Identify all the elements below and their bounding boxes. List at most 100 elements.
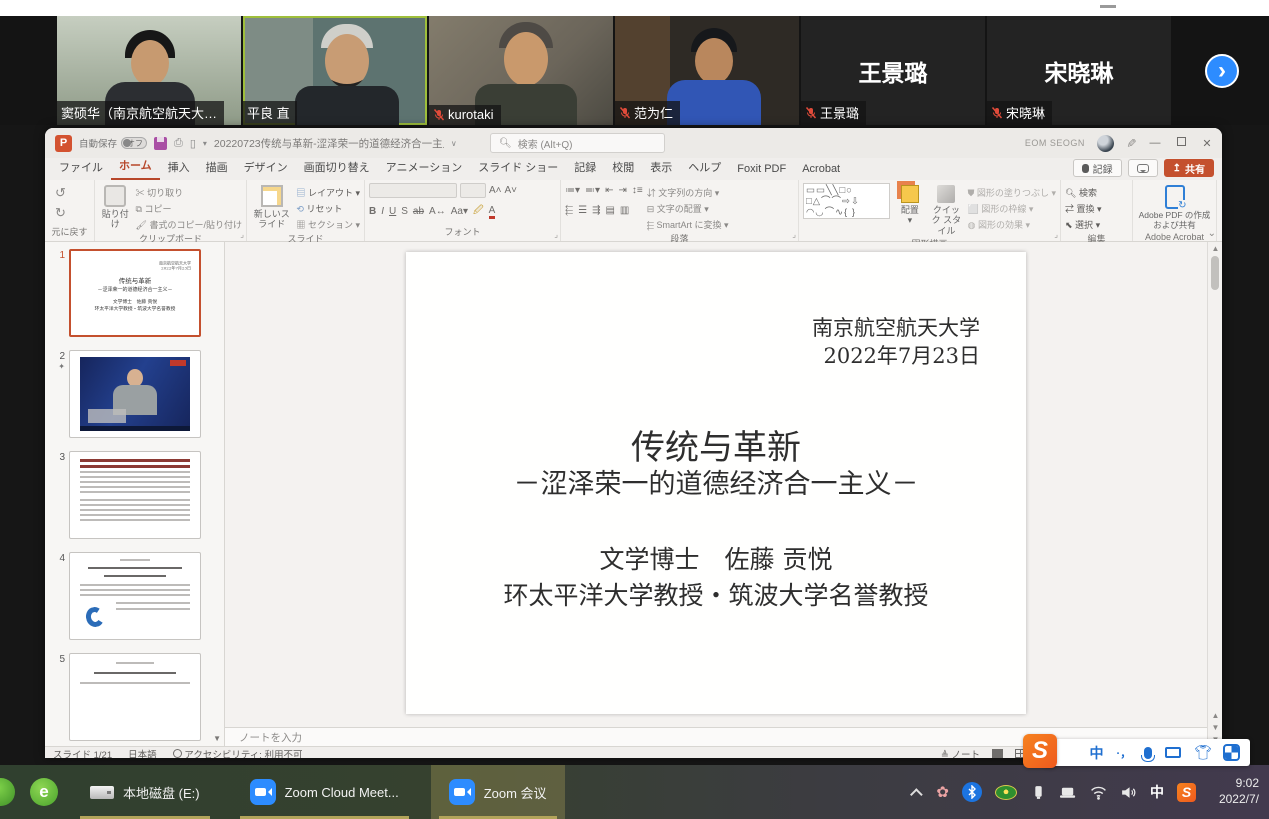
tray-green-app-icon[interactable] [995,785,1017,800]
tab-file[interactable]: ファイル [51,156,111,180]
slide[interactable]: 南京航空航天大学 2022年7月23日 传统与革新 －涩泽荣一的道德经济合一主义… [406,252,1026,714]
shape-effects-button[interactable]: ◍ 図形の効果 ▾ [968,218,1056,231]
align-text-button[interactable]: ⊟ 文字の配置 ▾ [647,202,729,215]
align-left-icon[interactable]: ⬱ [565,205,573,216]
format-painter-button[interactable]: 🖌︎ 書式のコピー/貼り付け [136,218,242,231]
tab-view[interactable]: 表示 [642,156,680,180]
bluetooth-icon[interactable] [962,782,982,802]
redo-icon[interactable]: ↻ [55,205,66,221]
columns-icon[interactable]: ▥ [620,205,629,216]
new-slide-button[interactable]: 新しいスライド [251,183,292,230]
quick-styles-button[interactable]: クイック スタイル [929,183,963,236]
find-button[interactable]: 🔍︎ 検索 [1065,186,1102,199]
taskbar-button-zoom-meeting[interactable]: Zoom 会议 [431,765,565,819]
highlight-icon[interactable]: 🖉 [473,203,484,220]
slide-counter[interactable]: スライド 1/21 [53,747,112,759]
tab-insert[interactable]: 挿入 [160,156,198,180]
wifi-icon[interactable] [1090,784,1107,801]
ime-skin-icon[interactable]: 👕︎ [1194,744,1212,761]
bullets-icon[interactable]: ≔▾ [565,185,580,196]
font-color-icon[interactable]: A [489,205,496,219]
slide-canvas-area[interactable]: 南京航空航天大学 2022年7月23日 传统与革新 －涩泽荣一的道德经济合一主义… [225,242,1207,727]
create-pdf-button[interactable]: Adobe PDF の作成および共有 [1137,183,1212,231]
numbering-icon[interactable]: ≕▾ [585,185,600,196]
tab-animations[interactable]: アニメーション [378,156,471,180]
change-case-icon[interactable]: Aa▾ [451,206,468,217]
minimize-button[interactable]: — [1148,137,1162,149]
thumbnail-scroll-down-icon[interactable]: ▼ [213,734,221,743]
tab-transitions[interactable]: 画面切り替え [296,156,378,180]
cut-button[interactable]: ✂ 切り取り [136,186,242,199]
slide-thumbnail-panel[interactable]: 1 南京航空航天大学2022年7月23日 传统与革新 －涩泽荣一的道德经济合一主… [45,242,225,746]
font-name-select[interactable] [369,183,457,198]
align-center-icon[interactable]: ☰ [578,205,587,216]
decrease-indent-icon[interactable]: ⇤ [605,185,613,196]
comments-button[interactable] [1128,159,1158,177]
collapse-ribbon-icon[interactable]: ⌄ [1208,228,1216,239]
tab-record[interactable]: 記録 [566,156,604,180]
drawing-dialog-launcher-icon[interactable]: ⌟ [1054,230,1058,239]
shapes-gallery[interactable]: ▭▭╲╲□○□△⌒⌒⇨⇩◠◡⌒∿{ } [803,183,890,219]
tab-draw[interactable]: 描画 [198,156,236,180]
volume-icon[interactable] [1120,784,1137,801]
taskbar-clock[interactable]: 9:02 2022/7/ [1209,776,1261,807]
font-dialog-launcher-icon[interactable]: ⌟ [554,230,558,239]
qat-dropdown-icon[interactable]: ▾ [203,139,207,148]
shape-outline-button[interactable]: ⬜ 図形の枠線 ▾ [968,202,1056,215]
participant-tile[interactable]: kurotaki [429,16,613,125]
tab-slideshow[interactable]: スライド ショー [470,156,566,180]
scrollbar-thumb[interactable] [1211,256,1219,290]
undo-icon[interactable]: ↺ [55,185,66,201]
participant-tile[interactable]: 王景璐 王景璐 [801,16,985,125]
bold-button[interactable]: B [369,206,376,217]
tab-foxit-pdf[interactable]: Foxit PDF [729,160,794,180]
font-size-select[interactable] [460,183,486,198]
slide-thumbnail-4[interactable] [69,552,201,640]
usb-device-icon[interactable] [1030,784,1047,801]
participant-tile[interactable]: 窦硕华（南京航空航天大… [57,16,241,125]
tab-review[interactable]: 校閲 [604,156,642,180]
sogou-tray-icon[interactable]: S [1177,783,1196,802]
accessibility-status[interactable]: アクセシビリティ: 利用不可 [173,747,303,759]
ime-toolbox-icon[interactable] [1225,746,1238,759]
notes-toggle-button[interactable]: ≜ ノート [941,747,980,759]
taskbar-edge-app-icon[interactable] [0,778,15,806]
ime-mode-indicator[interactable]: 中 [1090,743,1104,763]
sogou-logo-icon[interactable]: S [1023,734,1057,768]
tray-flower-icon[interactable]: ✿ [936,783,949,801]
record-button[interactable]: 記録 [1073,159,1122,177]
slide-thumbnail-2[interactable] [69,350,201,438]
increase-indent-icon[interactable]: ⇥ [618,185,626,196]
input-language-indicator[interactable]: 中 [1150,782,1164,802]
grow-font-icon[interactable]: A˄ [489,185,502,196]
taskbar-button-local-disk[interactable]: 本地磁盘 (E:) [72,765,218,819]
search-input[interactable]: 🔍︎ 検索 (Alt+Q) [490,133,665,153]
paragraph-dialog-launcher-icon[interactable]: ⌟ [792,230,796,239]
taskbar-button-zoom-cloud[interactable]: Zoom Cloud Meet... [232,765,417,819]
align-right-icon[interactable]: ⇶ [592,205,600,216]
participant-tile-active-speaker[interactable]: 平良 直 [243,16,427,125]
zoom-strip-minimize-icon[interactable] [1100,5,1116,8]
line-spacing-icon[interactable]: ↕≡ [632,185,643,196]
language-indicator[interactable]: 日本語 [128,747,157,759]
user-name[interactable]: EOM SEOGN [1025,138,1085,148]
select-button[interactable]: ⬉ 選択 ▾ [1065,218,1102,231]
ime-mic-icon[interactable] [1144,747,1152,759]
justify-icon[interactable]: ▤ [605,205,614,216]
ime-punctuation-icon[interactable]: ·， [1117,745,1132,761]
slide-thumbnail-5[interactable] [69,653,201,741]
show-hidden-icons-chevron[interactable] [910,788,923,801]
autosave-switch[interactable]: オフ [121,137,147,149]
quick-print-icon[interactable]: ⎙ [174,137,183,150]
normal-view-icon[interactable] [992,749,1003,758]
user-avatar[interactable] [1097,135,1114,152]
document-title[interactable]: 20220723传统与革新-涩泽荣一的道德经济合一主义… [214,136,444,151]
slide-thumbnail-1[interactable]: 南京航空航天大学2022年7月23日 传统与革新 －涩泽荣一的道德经济合一主义－… [69,249,201,337]
title-caret-icon[interactable]: ∨ [451,139,457,148]
shadow-button[interactable]: S [401,206,408,217]
shape-fill-button[interactable]: ⛊ 図形の塗りつぶし ▾ [968,186,1056,199]
restore-button[interactable] [1174,137,1188,149]
text-direction-button[interactable]: ⇵ 文字列の方向 ▾ [647,186,729,199]
strikethrough-button[interactable]: ab [413,206,424,217]
slide-thumbnail-3[interactable] [69,451,201,539]
